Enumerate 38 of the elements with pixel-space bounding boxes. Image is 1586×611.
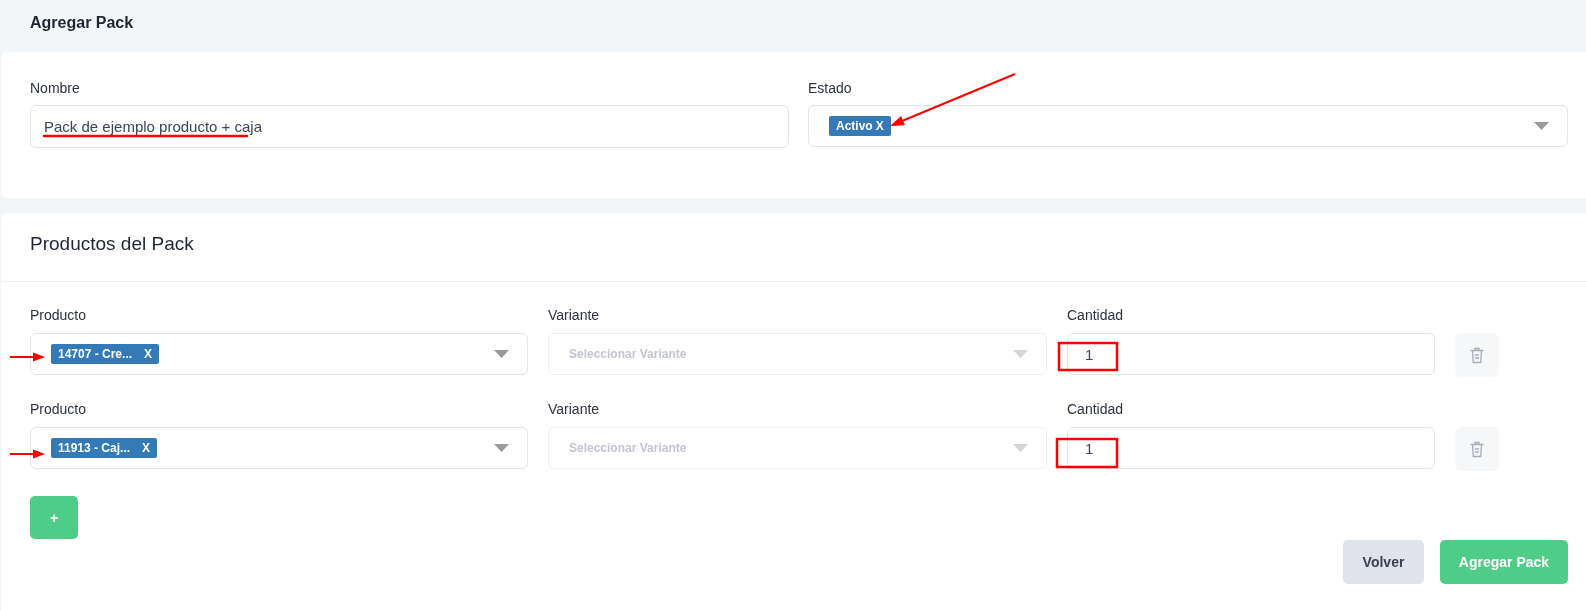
selected-tag: 11913 - Caj... X — [51, 438, 158, 458]
annotation-arrow — [9, 352, 45, 362]
section-title: Productos del Pack — [1, 213, 1586, 282]
remove-tag-button[interactable]: X — [144, 347, 153, 361]
delete-button[interactable] — [1455, 333, 1499, 377]
select-field[interactable]: Activo X — [808, 105, 1568, 147]
select-placeholder: Seleccionar Variante — [569, 347, 687, 361]
field-label: Producto — [30, 307, 88, 323]
select-placeholder: Seleccionar Variante — [569, 441, 687, 455]
dropdown-caret-icon — [494, 350, 509, 358]
dropdown-caret-icon — [1013, 444, 1028, 452]
field-label: Nombre — [30, 80, 81, 96]
delete-button[interactable] — [1455, 427, 1499, 471]
select-field[interactable]: 11913 - Caj... X — [30, 427, 528, 469]
dropdown-caret-icon — [1013, 350, 1028, 358]
field-label: Estado — [808, 80, 853, 96]
remove-tag-button[interactable]: X — [875, 119, 884, 133]
selected-tag: 14707 - Cre... X — [51, 344, 160, 364]
annotation-box — [1057, 341, 1119, 372]
field-label: Cantidad — [1067, 401, 1125, 417]
trash-icon — [1470, 440, 1484, 458]
field-label: Variante — [548, 401, 601, 417]
field-label: Producto — [30, 401, 88, 417]
field-label: Cantidad — [1067, 307, 1125, 323]
page-title: Agregar Pack — [29, 13, 135, 33]
select-field[interactable]: 14707 - Cre... X — [30, 333, 528, 375]
selected-tag: Activo X — [829, 116, 891, 136]
field-label: Variante — [548, 307, 601, 323]
dropdown-caret-icon — [494, 444, 509, 452]
back-button[interactable]: Volver — [1343, 540, 1424, 584]
name-input[interactable]: Pack de ejemplo producto + caja — [30, 105, 789, 148]
dropdown-caret-icon — [1534, 122, 1549, 130]
trash-icon — [1470, 346, 1484, 364]
quantity-input[interactable]: 1 — [1067, 427, 1435, 469]
annotation-arrow — [9, 449, 45, 459]
annotation-box — [1055, 437, 1119, 469]
remove-tag-button[interactable]: X — [142, 441, 151, 455]
quantity-input[interactable]: 1 — [1067, 333, 1435, 375]
